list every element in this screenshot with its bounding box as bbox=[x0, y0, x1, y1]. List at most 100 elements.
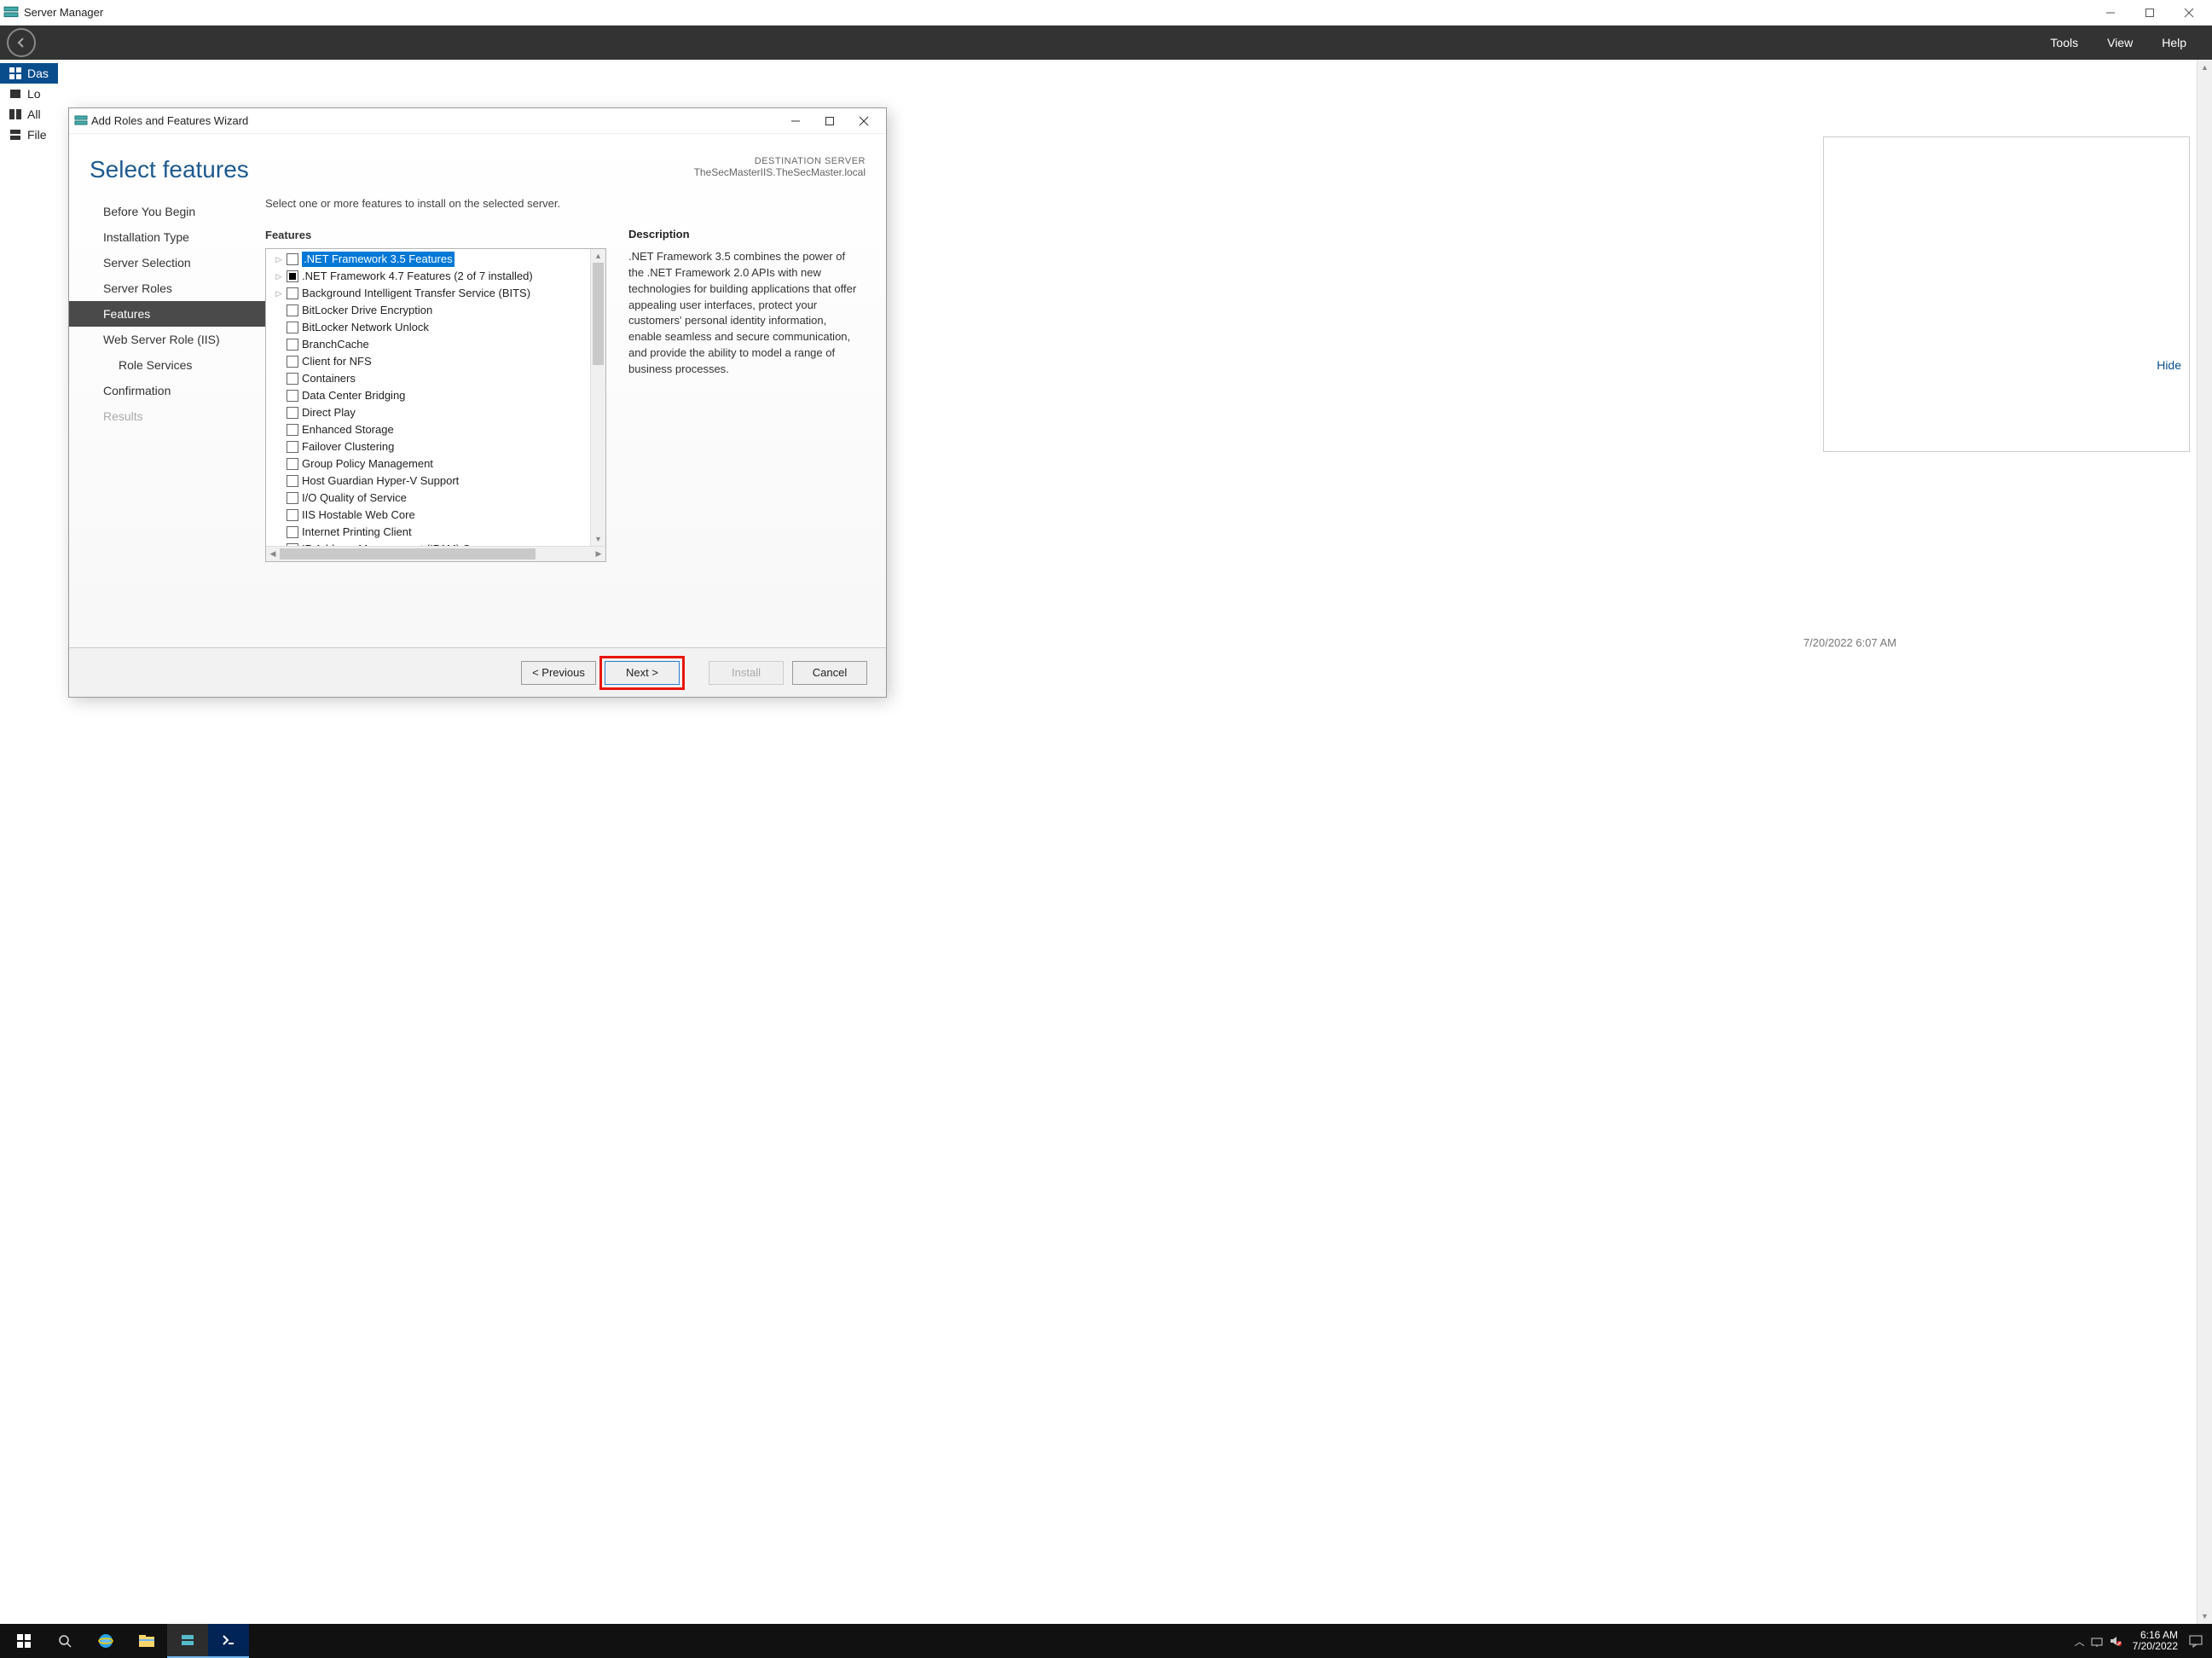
nav-all[interactable]: All bbox=[0, 104, 58, 125]
menu-tools[interactable]: Tools bbox=[2050, 36, 2078, 49]
hide-link[interactable]: Hide bbox=[2157, 358, 2181, 372]
feature-checkbox[interactable] bbox=[287, 407, 298, 419]
feature-item[interactable]: ▷Background Intelligent Transfer Service… bbox=[269, 285, 605, 302]
feature-checkbox[interactable] bbox=[287, 270, 298, 282]
feature-item[interactable]: ▷ .NET Framework 3.5 Features bbox=[269, 251, 605, 268]
feature-checkbox[interactable] bbox=[287, 339, 298, 351]
wizard-step[interactable]: Installation Type bbox=[69, 224, 265, 250]
taskbar: ︿ 6:16 AM 7/20/2022 bbox=[0, 1624, 2212, 1658]
scroll-up-icon[interactable]: ▲ bbox=[591, 249, 605, 263]
expand-icon[interactable]: ▷ bbox=[275, 252, 283, 267]
feature-checkbox[interactable] bbox=[287, 492, 298, 504]
feature-item[interactable]: ▷I/O Quality of Service bbox=[269, 490, 605, 507]
scroll-up-icon[interactable]: ▲ bbox=[2198, 60, 2212, 75]
wizard-step[interactable]: Before You Begin bbox=[69, 199, 265, 224]
feature-checkbox[interactable] bbox=[287, 424, 298, 436]
main-scrollbar[interactable]: ▲ ▼ bbox=[2197, 60, 2212, 1624]
menu-view[interactable]: View bbox=[2107, 36, 2133, 49]
start-button[interactable] bbox=[3, 1624, 44, 1658]
features-list[interactable]: ▷ .NET Framework 3.5 Features▷.NET Framew… bbox=[266, 249, 605, 546]
scroll-down-icon[interactable]: ▼ bbox=[2198, 1609, 2212, 1624]
tray-chevron-icon[interactable]: ︿ bbox=[2075, 1634, 2085, 1649]
feature-item[interactable]: ▷Host Guardian Hyper-V Support bbox=[269, 472, 605, 490]
left-nav: Das Lo All File bbox=[0, 60, 58, 1624]
previous-button[interactable]: < Previous bbox=[521, 661, 596, 685]
main-window-titlebar: Server Manager bbox=[0, 0, 2212, 26]
taskbar-clock[interactable]: 6:16 AM 7/20/2022 bbox=[2128, 1630, 2183, 1652]
feature-item[interactable]: ▷Internet Printing Client bbox=[269, 524, 605, 541]
expand-icon[interactable]: ▷ bbox=[275, 269, 283, 284]
dashboard-icon bbox=[9, 67, 22, 80]
next-button[interactable]: Next > bbox=[605, 661, 680, 685]
maximize-button[interactable] bbox=[2130, 0, 2169, 26]
feature-item[interactable]: ▷Group Policy Management bbox=[269, 455, 605, 472]
feature-label: .NET Framework 3.5 Features bbox=[302, 252, 455, 267]
cancel-button[interactable]: Cancel bbox=[792, 661, 867, 685]
instruction-text: Select one or more features to install o… bbox=[265, 197, 606, 210]
feature-item[interactable]: ▷IIS Hostable Web Core bbox=[269, 507, 605, 524]
feature-item[interactable]: ▷Containers bbox=[269, 370, 605, 387]
dialog-titlebar: Add Roles and Features Wizard bbox=[69, 108, 886, 134]
search-button[interactable] bbox=[44, 1624, 85, 1658]
dialog-close-button[interactable] bbox=[847, 109, 881, 133]
scroll-right-icon[interactable]: ▶ bbox=[592, 547, 605, 561]
destination-value: TheSecMasterIIS.TheSecMaster.local bbox=[694, 166, 866, 178]
wizard-step[interactable]: Web Server Role (IIS) bbox=[69, 327, 265, 352]
nav-dashboard[interactable]: Das bbox=[0, 63, 58, 84]
feature-checkbox[interactable] bbox=[287, 509, 298, 521]
nav-file[interactable]: File bbox=[0, 125, 58, 145]
wizard-dialog: Add Roles and Features Wizard Select fea… bbox=[68, 107, 887, 698]
expand-icon[interactable]: ▷ bbox=[275, 286, 283, 301]
feature-item[interactable]: ▷Enhanced Storage bbox=[269, 421, 605, 438]
wizard-step[interactable]: Confirmation bbox=[69, 378, 265, 403]
network-icon[interactable] bbox=[2090, 1634, 2104, 1648]
wizard-step[interactable]: Role Services bbox=[69, 352, 265, 378]
explorer-button[interactable] bbox=[126, 1624, 167, 1658]
feature-checkbox[interactable] bbox=[287, 475, 298, 487]
wizard-step[interactable]: Server Selection bbox=[69, 250, 265, 275]
menu-help[interactable]: Help bbox=[2162, 36, 2186, 49]
feature-label: Group Policy Management bbox=[302, 456, 433, 472]
nav-local[interactable]: Lo bbox=[0, 84, 58, 104]
feature-checkbox[interactable] bbox=[287, 253, 298, 265]
features-vscrollbar[interactable]: ▲ ▼ bbox=[590, 249, 605, 546]
feature-item[interactable]: ▷BranchCache bbox=[269, 336, 605, 353]
close-button[interactable] bbox=[2169, 0, 2209, 26]
scroll-down-icon[interactable]: ▼ bbox=[591, 532, 605, 546]
feature-label: IIS Hostable Web Core bbox=[302, 507, 415, 523]
feature-checkbox[interactable] bbox=[287, 322, 298, 333]
volume-icon[interactable] bbox=[2109, 1634, 2122, 1648]
feature-item[interactable]: ▷BitLocker Network Unlock bbox=[269, 319, 605, 336]
wizard-step[interactable]: Server Roles bbox=[69, 275, 265, 301]
feature-item[interactable]: ▷BitLocker Drive Encryption bbox=[269, 302, 605, 319]
storage-icon bbox=[9, 128, 22, 142]
scroll-left-icon[interactable]: ◀ bbox=[266, 547, 280, 561]
feature-checkbox[interactable] bbox=[287, 458, 298, 470]
hscroll-thumb[interactable] bbox=[280, 548, 536, 559]
features-hscrollbar[interactable]: ◀ ▶ bbox=[266, 546, 605, 561]
ie-button[interactable] bbox=[85, 1624, 126, 1658]
feature-item[interactable]: ▷Failover Clustering bbox=[269, 438, 605, 455]
feature-checkbox[interactable] bbox=[287, 441, 298, 453]
back-button[interactable] bbox=[7, 28, 36, 57]
feature-checkbox[interactable] bbox=[287, 287, 298, 299]
dialog-minimize-button[interactable] bbox=[779, 109, 813, 133]
server-manager-taskbar-button[interactable] bbox=[167, 1624, 208, 1658]
feature-checkbox[interactable] bbox=[287, 373, 298, 385]
scroll-thumb[interactable] bbox=[593, 263, 604, 365]
feature-checkbox[interactable] bbox=[287, 526, 298, 538]
dialog-maximize-button[interactable] bbox=[813, 109, 847, 133]
feature-item[interactable]: ▷.NET Framework 4.7 Features (2 of 7 ins… bbox=[269, 268, 605, 285]
feature-checkbox[interactable] bbox=[287, 390, 298, 402]
feature-checkbox[interactable] bbox=[287, 356, 298, 368]
feature-label: I/O Quality of Service bbox=[302, 490, 407, 506]
minimize-button[interactable] bbox=[2091, 0, 2130, 26]
feature-item[interactable]: ▷Direct Play bbox=[269, 404, 605, 421]
powershell-taskbar-button[interactable] bbox=[208, 1624, 249, 1658]
action-center-icon[interactable] bbox=[2188, 1633, 2203, 1649]
feature-checkbox[interactable] bbox=[287, 304, 298, 316]
wizard-step[interactable]: Features bbox=[69, 301, 265, 327]
feature-item[interactable]: ▷Data Center Bridging bbox=[269, 387, 605, 404]
feature-label: Direct Play bbox=[302, 405, 356, 420]
feature-item[interactable]: ▷Client for NFS bbox=[269, 353, 605, 370]
